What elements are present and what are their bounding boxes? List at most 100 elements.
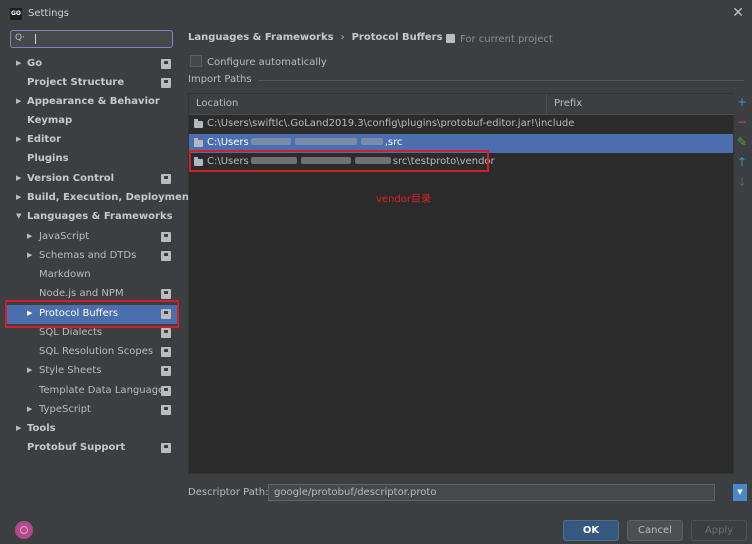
tree-item-label: Tools	[27, 423, 56, 434]
highlight-box-protocol-buffers	[5, 300, 179, 328]
help-icon[interactable]	[15, 521, 33, 539]
move-down-icon[interactable]: ↓	[735, 175, 749, 191]
tree-item-label: Version Control	[27, 173, 115, 184]
vendor-annotation: vendor目录	[376, 194, 431, 205]
breadcrumb-current: Protocol Buffers	[351, 32, 443, 43]
project-scope-icon	[161, 251, 171, 261]
collapsed-arrow-icon[interactable]: ▶	[16, 193, 21, 201]
tree-item-template-data-languages[interactable]: Template Data Languages	[0, 382, 183, 401]
project-scope-icon	[161, 328, 171, 338]
breadcrumb-parent[interactable]: Languages & Frameworks	[188, 32, 334, 43]
tree-item-label: Markdown	[39, 269, 91, 280]
tree-item-label: Build, Execution, Deployment	[27, 192, 194, 203]
tree-item-label: Schemas and DTDs	[39, 250, 137, 261]
close-icon[interactable]: ✕	[732, 5, 744, 21]
remove-path-icon[interactable]: −	[735, 115, 749, 131]
tree-item-label: Project Structure	[27, 77, 125, 88]
folder-icon	[194, 119, 203, 128]
collapsed-arrow-icon[interactable]: ▶	[27, 232, 32, 240]
prefix-column-header[interactable]: Prefix	[546, 94, 734, 115]
import-path-text: C:\Users\swiftlc\.GoLand2019.3\config\pl…	[207, 118, 575, 129]
tree-item-label: Languages & Frameworks	[27, 211, 173, 222]
tree-item-javascript[interactable]: ▶ JavaScript	[0, 228, 183, 247]
project-scope-icon	[161, 174, 171, 184]
tree-item-keymap[interactable]: Keymap	[0, 112, 183, 131]
descriptor-path-label: Descriptor Path:	[188, 487, 269, 498]
expanded-arrow-icon[interactable]: ▼	[16, 212, 21, 220]
project-scope-icon	[161, 405, 171, 415]
chevron-down-icon[interactable]: ▼	[733, 484, 747, 501]
tree-item-typescript[interactable]: ▶ TypeScript	[0, 401, 183, 420]
tree-item-project-structure[interactable]: Project Structure	[0, 74, 183, 93]
window-title: Settings	[28, 8, 70, 19]
search-icon: Q·	[15, 33, 25, 43]
tree-item-appearance-behavior[interactable]: ▶ Appearance & Behavior	[0, 93, 183, 112]
redacted-segment	[294, 138, 357, 145]
highlight-box-vendor-row	[189, 150, 489, 172]
collapsed-arrow-icon[interactable]: ▶	[27, 251, 32, 259]
import-path-text: C:\Users ,src	[207, 137, 403, 148]
tree-item-languages-frameworks[interactable]: ▼ Languages & Frameworks	[0, 208, 183, 227]
tree-item-tools[interactable]: ▶ Tools	[0, 420, 183, 439]
import-paths-section: Import Paths	[188, 74, 746, 85]
configure-automatically-label[interactable]: Configure automatically	[207, 57, 327, 68]
tree-item-label: Go	[27, 58, 43, 69]
tree-item-editor[interactable]: ▶ Editor	[0, 131, 183, 150]
title-bar: GO Settings ✕	[0, 0, 752, 28]
settings-search[interactable]: Q·	[10, 30, 173, 48]
project-scope-icon	[161, 289, 171, 299]
tree-item-label: Appearance & Behavior	[27, 96, 160, 107]
folder-icon	[194, 138, 203, 147]
configure-automatically-row[interactable]: Configure automatically	[190, 55, 327, 68]
apply-button[interactable]: Apply	[691, 520, 747, 541]
search-input[interactable]	[33, 32, 167, 48]
location-column-header[interactable]: Location	[189, 94, 546, 115]
tree-item-label: Protobuf Support	[27, 442, 126, 453]
collapsed-arrow-icon[interactable]: ▶	[16, 174, 21, 182]
project-scope-icon	[161, 232, 171, 242]
cancel-button[interactable]: Cancel	[627, 520, 683, 541]
tree-item-label: Editor	[27, 134, 61, 145]
project-scope-icon	[161, 78, 171, 88]
project-scope-icon	[161, 443, 171, 453]
collapsed-arrow-icon[interactable]: ▶	[16, 424, 21, 432]
tree-item-label: Plugins	[27, 153, 69, 164]
collapsed-arrow-icon[interactable]: ▶	[16, 59, 21, 67]
tree-item-label: Style Sheets	[39, 365, 102, 376]
tree-item-label: Template Data Languages	[39, 385, 170, 396]
project-scope-icon	[161, 366, 171, 376]
tree-item-style-sheets[interactable]: ▶ Style Sheets	[0, 362, 183, 381]
descriptor-path-input[interactable]	[268, 484, 715, 501]
goland-app-icon: GO	[10, 8, 22, 20]
project-scope-icon	[161, 386, 171, 396]
configure-automatically-checkbox[interactable]	[190, 55, 202, 67]
tree-item-go[interactable]: ▶ Go	[0, 55, 183, 74]
tree-item-version-control[interactable]: ▶ Version Control	[0, 170, 183, 189]
tree-item-schemas-and-dtds[interactable]: ▶ Schemas and DTDs	[0, 247, 183, 266]
import-path-row[interactable]: C:\Users\swiftlc\.GoLand2019.3\config\pl…	[189, 115, 733, 134]
tree-item-markdown[interactable]: Markdown	[0, 266, 183, 285]
collapsed-arrow-icon[interactable]: ▶	[27, 405, 32, 413]
tree-item-label: JavaScript	[39, 231, 90, 242]
tree-item-plugins[interactable]: Plugins	[0, 150, 183, 169]
tree-item-build-execution-deployment[interactable]: ▶ Build, Execution, Deployment	[0, 189, 194, 208]
redacted-segment	[360, 138, 383, 145]
collapsed-arrow-icon[interactable]: ▶	[16, 97, 21, 105]
add-path-icon[interactable]: +	[735, 95, 749, 111]
scope-indicator: For current project	[446, 34, 553, 45]
redacted-segment	[250, 138, 291, 145]
collapsed-arrow-icon[interactable]: ▶	[16, 135, 21, 143]
project-scope-icon	[161, 347, 171, 357]
tree-item-protobuf-support[interactable]: Protobuf Support	[0, 439, 183, 458]
scope-label: For current project	[460, 34, 553, 45]
move-up-icon[interactable]: ↑	[735, 155, 749, 171]
ok-button[interactable]: OK	[563, 520, 619, 541]
import-paths-title: Import Paths	[188, 74, 258, 85]
section-divider	[250, 80, 744, 81]
tree-item-sql-resolution-scopes[interactable]: SQL Resolution Scopes	[0, 343, 183, 362]
breadcrumb: Languages & Frameworks › Protocol Buffers	[188, 32, 443, 48]
edit-path-icon[interactable]: ✎	[735, 135, 749, 151]
tree-item-label: Node.js and NPM	[39, 288, 124, 299]
collapsed-arrow-icon[interactable]: ▶	[27, 366, 32, 374]
tree-item-label: TypeScript	[39, 404, 91, 415]
